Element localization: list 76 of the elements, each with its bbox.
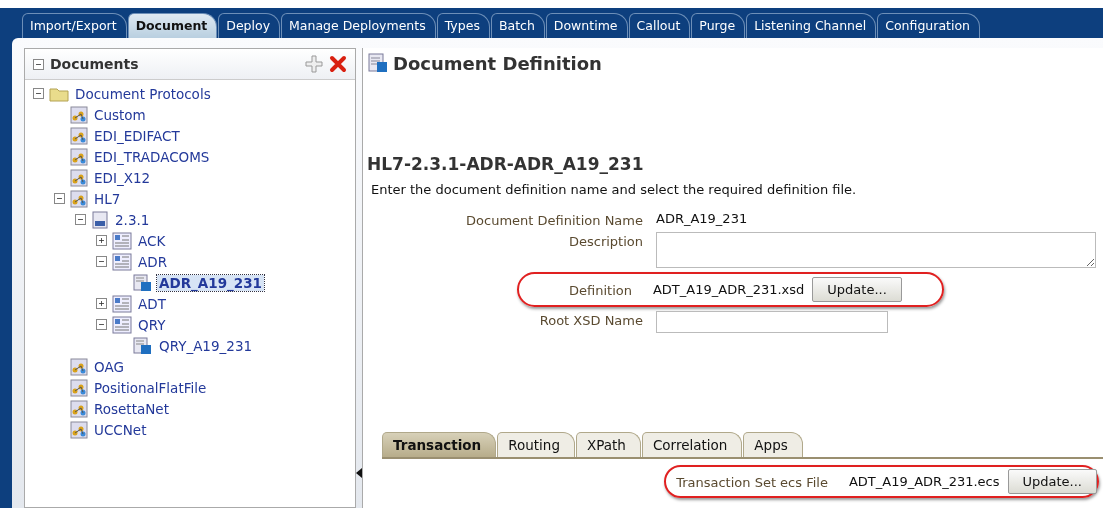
network-icon [70, 105, 88, 124]
network-icon [70, 378, 88, 397]
tab[interactable]: Callout [628, 13, 691, 38]
network-icon [70, 168, 88, 187]
tree-item[interactable]: ADT [136, 295, 168, 312]
delete-icon[interactable] [329, 55, 347, 73]
expand-icon[interactable] [95, 235, 107, 246]
network-icon [70, 357, 88, 376]
tree-item[interactable]: 2.3.1 [113, 211, 152, 228]
document-icon [133, 273, 153, 292]
tree-item[interactable]: ADR [136, 253, 169, 270]
list-document-icon [112, 294, 132, 313]
collapse-icon[interactable] [74, 214, 86, 225]
tree-item[interactable]: ADR_A19_231 [157, 274, 264, 291]
tab[interactable]: Correlation [641, 432, 743, 457]
tree-item[interactable]: QRY [136, 316, 168, 333]
list-document-icon [112, 315, 132, 334]
tree-item[interactable]: OAG [92, 358, 126, 375]
tab[interactable]: Import/Export [22, 13, 127, 38]
tab[interactable]: Types [436, 13, 490, 38]
folder-icon [49, 85, 69, 102]
collapse-icon[interactable] [53, 193, 65, 204]
panel-title: Documents [50, 56, 140, 72]
instructions-text: Enter the document definition name and select the required definition file. [371, 182, 858, 197]
tree-item[interactable]: EDI_EDIFACT [92, 127, 182, 144]
tree-item[interactable]: Custom [92, 106, 148, 123]
document-icon [133, 336, 153, 355]
tab[interactable]: Deploy [218, 13, 281, 38]
tree-item[interactable]: EDI_X12 [92, 169, 153, 186]
tab[interactable]: XPath [576, 432, 641, 457]
tab[interactable]: Purge [691, 13, 746, 38]
network-icon [70, 147, 88, 166]
field-value: ADR_A19_231 [656, 211, 748, 226]
expand-icon[interactable] [95, 298, 107, 309]
document-icon [91, 210, 109, 229]
field-label: Root XSD Name [538, 312, 644, 328]
collapse-icon[interactable] [95, 256, 107, 267]
input-field[interactable] [656, 311, 888, 333]
network-icon [70, 189, 88, 208]
document-icon [367, 52, 389, 74]
update-button[interactable]: Update... [1007, 469, 1097, 494]
field-label: Description [567, 233, 644, 249]
network-icon [70, 126, 88, 145]
tree-item[interactable]: RosettaNet [92, 400, 171, 417]
collapse-icon[interactable] [95, 319, 107, 330]
tree-item[interactable]: PositionalFlatFile [92, 379, 209, 396]
list-document-icon [112, 231, 132, 250]
network-icon [70, 420, 88, 439]
file-name: ADT_A19_ADR_231.ecs [848, 474, 1000, 489]
field-label: Document Definition Name [465, 212, 644, 228]
tab[interactable]: Downtime [545, 13, 628, 38]
tab[interactable]: Document [127, 13, 218, 38]
tree-item[interactable]: Document Protocols [73, 85, 213, 102]
update-button[interactable]: Update... [812, 277, 902, 302]
collapse-icon[interactable] [32, 88, 44, 99]
list-document-icon [112, 252, 132, 271]
description-field[interactable] [656, 232, 1096, 268]
collapse-icon[interactable] [33, 58, 44, 70]
field-label: Transaction Set ecs File [676, 474, 829, 490]
tree-item[interactable]: UCCNet [92, 421, 149, 438]
tree-item[interactable]: EDI_TRADACOMS [92, 148, 212, 165]
tab[interactable]: Manage Deployments [281, 13, 436, 38]
network-icon [70, 399, 88, 418]
tab[interactable]: Batch [490, 13, 545, 38]
file-name: ADT_A19_ADR_231.xsd [652, 282, 805, 297]
tree-item[interactable]: HL7 [92, 190, 123, 207]
field-label: Definition [569, 282, 633, 298]
tab[interactable]: Transaction [382, 432, 497, 457]
tab[interactable]: Listening Channel [746, 13, 877, 38]
definition-heading: HL7-2.3.1-ADR-ADR_A19_231 [367, 154, 645, 174]
tab[interactable]: Apps [743, 432, 803, 457]
panel-title: Document Definition [393, 52, 602, 74]
tab[interactable]: Routing [497, 432, 575, 457]
tab[interactable]: Configuration [877, 13, 980, 38]
tree-item[interactable]: ACK [136, 232, 168, 249]
tree-item[interactable]: QRY_A19_231 [157, 337, 255, 354]
